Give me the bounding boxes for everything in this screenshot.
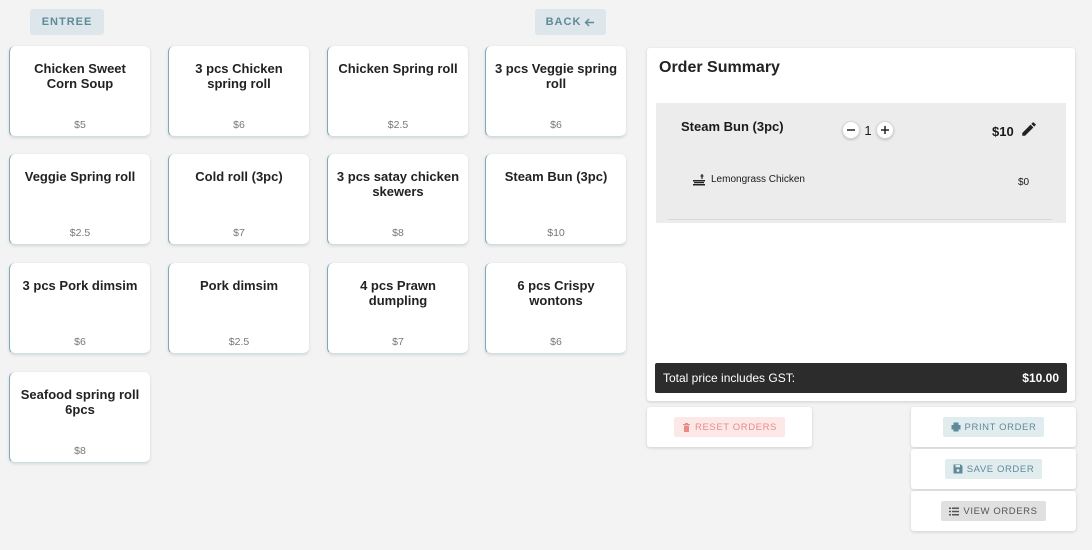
menu-item-name: 3 pcs Pork dimsim [22, 278, 138, 293]
floppy-disk-icon [953, 464, 963, 474]
trash-icon [683, 423, 690, 432]
menu-item-card[interactable]: 4 pcs Prawn dumpling $7 [327, 263, 468, 354]
menu-item-card[interactable]: 3 pcs Chicken spring roll $6 [168, 46, 309, 137]
menu-item-name: 3 pcs Veggie spring roll [494, 61, 618, 91]
print-order-panel: PRINT ORDER [911, 407, 1076, 447]
modifier-name: Lemongrass Chicken [711, 174, 805, 185]
order-summary-title: Order Summary [659, 59, 780, 76]
category-entree-button[interactable]: ENTREE [30, 9, 104, 35]
divider [668, 219, 1052, 220]
print-order-button[interactable]: PRINT ORDER [942, 417, 1045, 437]
menu-item-name: Chicken Spring roll [338, 61, 458, 76]
decrease-quantity-button[interactable] [842, 121, 860, 139]
quantity-stepper: 1 [842, 121, 894, 139]
reset-orders-button[interactable]: RESET ORDERS [674, 417, 785, 437]
menu-item-card[interactable]: 3 pcs satay chicken skewers $8 [327, 154, 468, 245]
plus-icon [881, 126, 889, 134]
menu-item-card[interactable]: Chicken Spring roll $2.5 [327, 46, 468, 137]
order-item-name: Steam Bun (3pc) [681, 119, 784, 134]
view-orders-label: VIEW ORDERS [963, 505, 1038, 517]
arrow-left-icon [584, 17, 595, 27]
menu-item-card[interactable]: Veggie Spring roll $2.5 [9, 154, 150, 245]
back-label: BACK [545, 16, 582, 28]
menu-item-price: $6 [550, 119, 562, 131]
modifier-price: $0 [1018, 177, 1030, 188]
menu-item-card[interactable]: 6 pcs Crispy wontons $6 [485, 263, 626, 354]
total-label: Total price includes GST: [663, 371, 796, 385]
menu-item-price: $2.5 [69, 227, 91, 239]
increase-quantity-button[interactable] [876, 121, 894, 139]
menu-item-price: $5 [74, 119, 86, 131]
total-value: $10.00 [1022, 371, 1059, 385]
total-bar: Total price includes GST: $10.00 [655, 363, 1067, 393]
minus-icon [847, 129, 855, 131]
view-orders-button[interactable]: VIEW ORDERS [941, 501, 1046, 521]
menu-item-name: 4 pcs Prawn dumpling [360, 278, 436, 308]
menu-item-price: $10 [547, 227, 565, 239]
menu-item-price: $7 [392, 336, 404, 348]
menu-item-name: Steam Bun (3pc) [504, 169, 608, 184]
order-line-item: Steam Bun (3pc) 1 $10 Lemongrass Chicken… [656, 103, 1066, 223]
menu-item-card[interactable]: 3 pcs Pork dimsim $6 [9, 263, 150, 354]
quantity-value: 1 [864, 122, 872, 138]
menu-item-name: Seafood spring roll 6pcs [20, 387, 140, 417]
menu-item-price: $2.5 [228, 336, 250, 348]
menu-item-card[interactable]: Seafood spring roll 6pcs $8 [9, 372, 150, 463]
order-item-price: $10 [992, 124, 1014, 139]
reset-orders-panel: RESET ORDERS [647, 407, 812, 447]
pencil-edit-icon[interactable] [1020, 120, 1038, 138]
save-order-label: SAVE ORDER [966, 463, 1035, 475]
menu-item-name: Pork dimsim [199, 278, 279, 293]
menu-item-name: 3 pcs satay chicken skewers [336, 169, 460, 199]
save-order-button[interactable]: SAVE ORDER [944, 459, 1043, 479]
print-order-label: PRINT ORDER [964, 421, 1037, 433]
menu-item-name: 3 pcs Chicken spring roll [195, 61, 283, 91]
menu-item-price: $8 [392, 227, 404, 239]
printer-icon [951, 422, 961, 432]
menu-item-name: Cold roll (3pc) [195, 169, 283, 184]
menu-item-price: $6 [233, 119, 245, 131]
menu-item-price: $7 [233, 227, 245, 239]
list-icon [949, 507, 960, 515]
category-label: ENTREE [41, 16, 93, 28]
menu-item-price: $8 [74, 445, 86, 457]
menu-item-name: Veggie Spring roll [24, 169, 136, 184]
order-summary-panel: Order Summary Steam Bun (3pc) 1 $10 Lemo… [647, 48, 1075, 401]
menu-item-card[interactable]: Chicken Sweet Corn Soup $5 [9, 46, 150, 137]
menu-item-price: $6 [74, 336, 86, 348]
food-bowl-icon [693, 174, 705, 186]
reset-orders-label: RESET ORDERS [695, 421, 777, 433]
menu-item-card[interactable]: Cold roll (3pc) $7 [168, 154, 309, 245]
menu-item-name: 6 pcs Crispy wontons [517, 278, 595, 308]
menu-item-card[interactable]: Pork dimsim $2.5 [168, 263, 309, 354]
menu-item-price: $2.5 [387, 119, 409, 131]
menu-item-price: $6 [550, 336, 562, 348]
view-orders-panel: VIEW ORDERS [911, 491, 1076, 531]
back-button[interactable]: BACK [535, 9, 606, 35]
menu-item-name: Chicken Sweet Corn Soup [34, 61, 126, 91]
menu-item-card[interactable]: Steam Bun (3pc) $10 [485, 154, 626, 245]
save-order-panel: SAVE ORDER [911, 449, 1076, 489]
menu-item-card[interactable]: 3 pcs Veggie spring roll $6 [485, 46, 626, 137]
modifier-row: Lemongrass Chicken [692, 173, 805, 186]
